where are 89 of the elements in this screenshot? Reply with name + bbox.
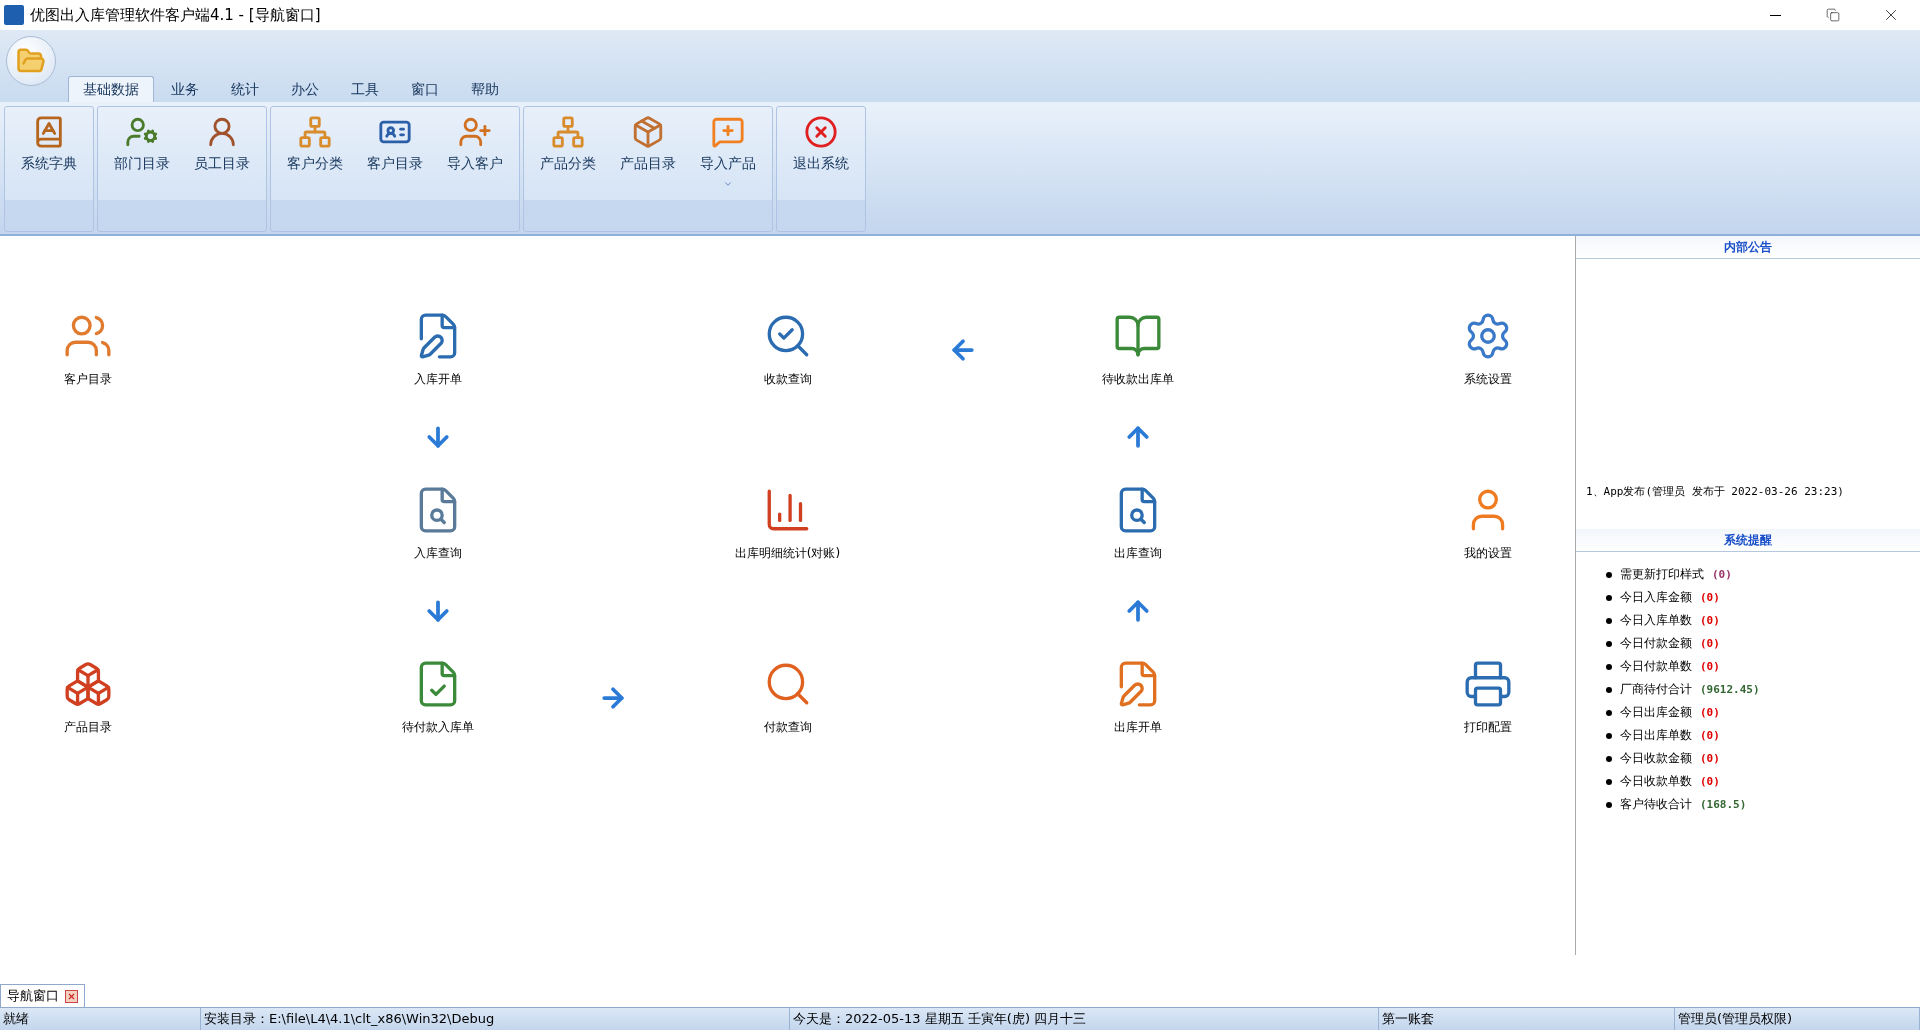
bullet-icon <box>1606 686 1612 693</box>
reminder-label: 今日付款单数 <box>1620 658 1692 675</box>
navigator-tile[interactable]: 收款查询 <box>762 311 813 388</box>
ribbon-button[interactable]: 客户目录 <box>355 107 435 209</box>
ribbon-button[interactable]: 导入客户 <box>435 107 515 209</box>
navigator-tile[interactable]: 系统设置 <box>1462 311 1513 388</box>
minimize-icon <box>1769 14 1781 16</box>
navigator-tile[interactable]: 打印配置 <box>1462 659 1513 736</box>
status-pane: 管理员(管理员权限) <box>1675 1008 1920 1030</box>
ribbon-button[interactable]: 系统字典 <box>9 107 89 209</box>
caret-icon <box>723 179 733 189</box>
navigator-tile[interactable]: 待收款出库单 <box>1101 311 1174 388</box>
reminder-label: 今日收款金额 <box>1620 750 1692 767</box>
ribbon-icon <box>631 115 665 149</box>
ribbon-tab[interactable]: 帮助 <box>456 76 514 102</box>
reminder-label: 今日入库单数 <box>1620 612 1692 629</box>
bullet-icon <box>1606 594 1612 601</box>
bullet-icon <box>1606 732 1612 739</box>
reminder-value: (9612.45) <box>1700 683 1760 696</box>
ribbon-tab[interactable]: 统计 <box>216 76 274 102</box>
status-pane: 第一账套 <box>1379 1008 1675 1030</box>
reminder-heading: 系统提醒 <box>1576 529 1920 552</box>
navigator-tile[interactable]: 我的设置 <box>1462 485 1513 562</box>
reminder-label: 今日出库金额 <box>1620 704 1692 721</box>
reminder-value: (168.5) <box>1700 798 1747 811</box>
bullet-icon <box>1606 617 1612 624</box>
ribbon-icon <box>458 115 492 149</box>
reminder-label: 今日入库金额 <box>1620 589 1692 606</box>
ribbon-button[interactable]: 导入产品 <box>688 107 768 209</box>
reminder-label: 需更新打印样式 <box>1620 566 1704 583</box>
close-tab-button[interactable] <box>65 989 78 1003</box>
ribbon-tab[interactable]: 办公 <box>276 76 334 102</box>
ribbon-button[interactable]: 客户分类 <box>275 107 355 209</box>
reminder-label: 客户待收合计 <box>1620 796 1692 813</box>
ribbon-button[interactable]: 退出系统 <box>781 107 861 209</box>
ribbon-tab[interactable]: 窗口 <box>396 76 454 102</box>
notice-item[interactable]: 1、App发布(管理员 发布于 2022-03-26 23:23) <box>1586 484 1910 499</box>
reminder-value: (0) <box>1700 729 1720 742</box>
reminder-label: 今日付款金额 <box>1620 635 1692 652</box>
ribbon-tab[interactable]: 基础数据 <box>68 76 154 102</box>
ribbon-button[interactable]: 产品分类 <box>528 107 608 209</box>
status-pane: 安装目录：E:\file\L4\4.1\clt_x86\Win32\Debug <box>201 1008 790 1030</box>
reminder-value: (0) <box>1700 637 1720 650</box>
ribbon-tab[interactable]: 业务 <box>156 76 214 102</box>
navigator-tile[interactable]: 待付款入库单 <box>401 659 474 736</box>
navigator-tile[interactable]: 入库查询 <box>412 485 463 562</box>
reminder-value: (0) <box>1712 568 1732 581</box>
navigator-tile[interactable]: 出库查询 <box>1112 485 1163 562</box>
document-tab-label: 导航窗口 <box>7 987 59 1005</box>
bullet-icon <box>1606 778 1612 785</box>
reminder-value: (0) <box>1700 660 1720 673</box>
ribbon-icon <box>804 115 838 149</box>
bullet-icon <box>1606 801 1612 808</box>
reminder-label: 今日收款单数 <box>1620 773 1692 790</box>
navigator-tile[interactable]: 产品目录 <box>62 659 113 736</box>
notice-heading: 内部公告 <box>1576 236 1920 259</box>
navigator-tile[interactable]: 客户目录 <box>62 311 113 388</box>
ribbon-tab[interactable]: 工具 <box>336 76 394 102</box>
navigator-tile[interactable]: 出库开单 <box>1112 659 1163 736</box>
application-menu-button[interactable] <box>6 36 56 86</box>
ribbon-icon <box>125 115 159 149</box>
bullet-icon <box>1606 640 1612 647</box>
reminder-value: (0) <box>1700 706 1720 719</box>
ribbon-icon <box>298 115 332 149</box>
close-icon <box>67 991 76 1001</box>
ribbon-icon <box>711 115 745 149</box>
bullet-icon <box>1606 663 1612 670</box>
ribbon-button[interactable]: 产品目录 <box>608 107 688 209</box>
restore-icon <box>1826 8 1840 22</box>
reminder-label: 厂商待付合计 <box>1620 681 1692 698</box>
ribbon-icon <box>551 115 585 149</box>
ribbon-button[interactable]: 部门目录 <box>102 107 182 209</box>
document-tab[interactable]: 导航窗口 <box>0 984 85 1007</box>
reminder-label: 今日出库单数 <box>1620 727 1692 744</box>
reminder-value: (0) <box>1700 752 1720 765</box>
window-title: 优图出入库管理软件客户端4.1 - [导航窗口] <box>30 5 322 25</box>
bullet-icon <box>1606 571 1612 578</box>
navigator-tile[interactable]: 入库开单 <box>412 311 463 388</box>
reminder-value: (0) <box>1700 775 1720 788</box>
status-pane: 今天是：2022-05-13 星期五 壬寅年(虎) 四月十三 <box>790 1008 1379 1030</box>
navigator-tile[interactable]: 出库明细统计(对账) <box>734 485 841 562</box>
bullet-icon <box>1606 709 1612 716</box>
app-logo-icon <box>4 5 24 25</box>
bullet-icon <box>1606 755 1612 762</box>
reminder-value: (0) <box>1700 614 1720 627</box>
status-pane: 就绪 <box>0 1008 201 1030</box>
reminder-value: (0) <box>1700 591 1720 604</box>
ribbon-button[interactable]: 员工目录 <box>182 107 262 209</box>
navigator-tile[interactable]: 付款查询 <box>762 659 813 736</box>
